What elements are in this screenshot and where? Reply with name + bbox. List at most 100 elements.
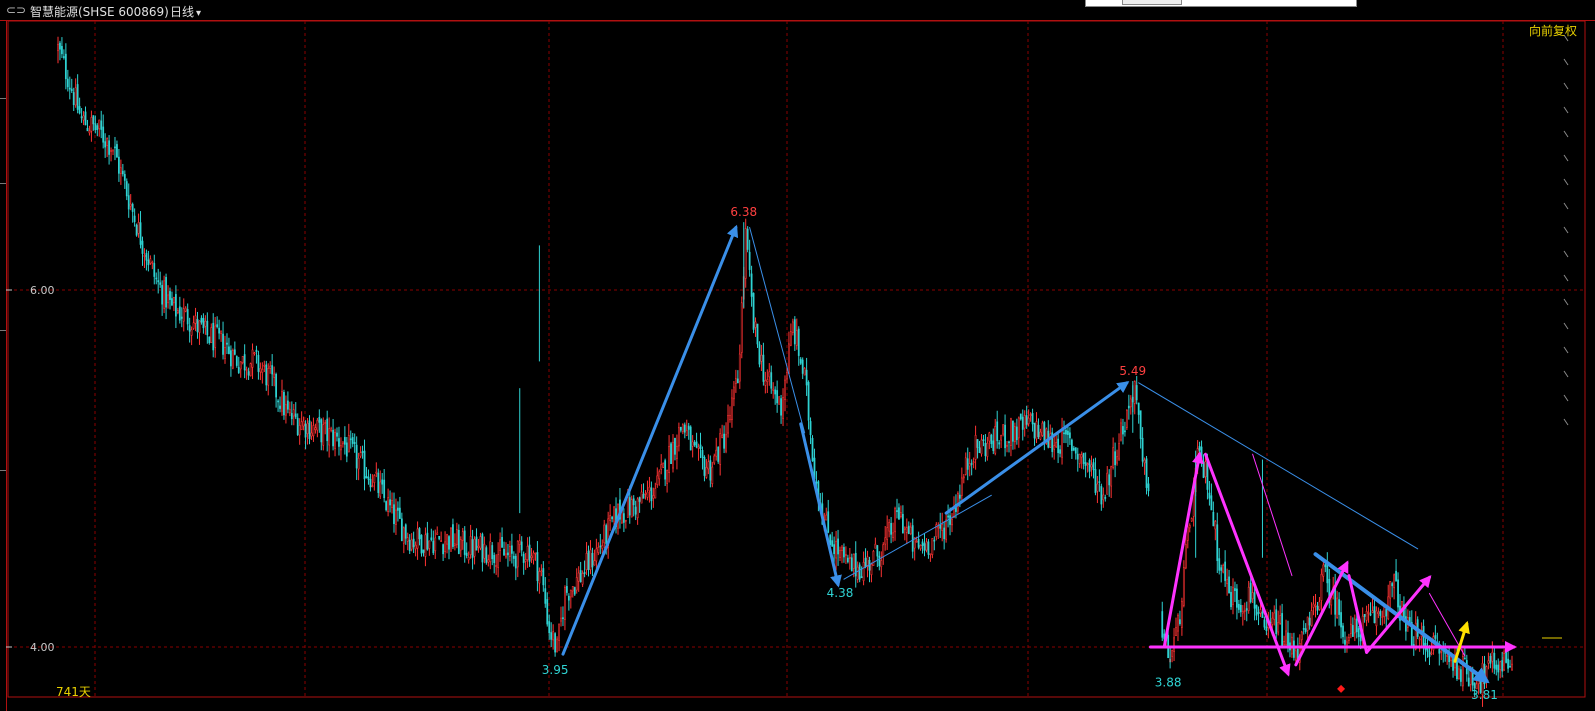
candle-body <box>68 87 71 90</box>
candle-body <box>1499 661 1502 671</box>
candle-body <box>862 562 865 582</box>
candle-body <box>701 450 704 458</box>
candle-body <box>919 545 922 550</box>
candle-body <box>1061 428 1063 458</box>
candle-body <box>1279 615 1282 624</box>
candle-body <box>900 512 902 518</box>
candle-body <box>632 498 635 506</box>
candle-body <box>184 307 187 312</box>
candle-body <box>774 389 777 395</box>
candle-body <box>790 331 792 346</box>
candle-body <box>269 365 272 369</box>
candle-body <box>603 524 606 544</box>
candle-body <box>483 543 486 559</box>
candle-body <box>530 555 533 558</box>
candle-body <box>106 138 109 146</box>
candlestick-chart[interactable]: 6.00 4.00 6.38 3.95 4.38 5.49 3.88 3.81 <box>0 0 1595 711</box>
candle-body <box>630 499 633 518</box>
candle-body <box>1076 453 1079 460</box>
candle-body <box>59 42 61 50</box>
candle-body <box>169 291 171 300</box>
right-scale-tick <box>1563 202 1569 210</box>
trend-line-magenta <box>1203 452 1291 677</box>
candle-body <box>1477 677 1480 685</box>
candle-body <box>845 554 847 556</box>
candle-body <box>1118 443 1120 460</box>
candle-body <box>738 353 741 382</box>
candle-body <box>1377 611 1380 615</box>
candle-body <box>962 476 965 479</box>
candle-body <box>579 570 582 583</box>
candle-body <box>1446 655 1449 657</box>
candle-body <box>992 440 995 452</box>
candle-body <box>249 363 252 377</box>
candle-body <box>1200 446 1203 461</box>
candle-body <box>668 445 670 474</box>
right-scale-tick <box>1563 130 1569 138</box>
candle-body <box>1344 639 1346 645</box>
candle-body <box>279 405 281 409</box>
right-scale-tick <box>1563 370 1569 378</box>
candle-body <box>1175 627 1177 636</box>
candle-body <box>941 523 944 531</box>
candle-body <box>1349 623 1352 634</box>
candle-body <box>729 415 731 421</box>
candle-body <box>94 123 97 131</box>
candle-body <box>137 222 140 234</box>
candle-body <box>112 149 114 152</box>
candle-body <box>1120 422 1122 441</box>
candle-body <box>697 446 700 449</box>
candle-body <box>418 528 421 540</box>
candle-body <box>666 469 668 484</box>
candle-body <box>100 120 103 130</box>
candle-body <box>220 330 222 334</box>
candle-body <box>428 540 431 549</box>
candle-body <box>491 545 494 560</box>
candle-body <box>1509 665 1511 668</box>
candle-body <box>377 472 380 493</box>
candle-body <box>1224 561 1227 581</box>
candle-body <box>436 532 439 535</box>
candle-body <box>1078 453 1081 464</box>
candle-body <box>1265 626 1268 632</box>
candle-body <box>121 170 124 175</box>
candle-body <box>338 438 340 447</box>
candle-body <box>206 320 209 336</box>
candle-body <box>342 441 344 445</box>
candle-body <box>438 535 441 540</box>
candle-body <box>1220 567 1223 571</box>
candle-body <box>88 130 91 134</box>
candle-body <box>1063 432 1065 435</box>
candle-body <box>1505 650 1507 663</box>
y-tick-label: 6.00 <box>30 284 55 297</box>
candle-body <box>972 461 975 464</box>
candle-body <box>833 544 836 554</box>
price-annotation: 6.38 <box>730 205 757 219</box>
candle-body <box>1053 445 1056 450</box>
candle-body <box>1275 609 1278 635</box>
candle-body <box>613 506 615 522</box>
candle-body <box>1147 483 1150 492</box>
candle-body <box>322 424 325 446</box>
candle-body <box>345 442 348 457</box>
candle-body <box>1033 422 1036 439</box>
price-annotation: 3.95 <box>542 663 569 677</box>
candle-body <box>302 420 305 427</box>
candle-body <box>324 422 327 424</box>
candle-body <box>1133 381 1136 404</box>
candle-body <box>980 439 983 455</box>
trend-line-blue <box>843 494 992 580</box>
candle-body <box>304 424 307 438</box>
candle-body <box>448 536 450 550</box>
candle-body <box>1511 663 1513 671</box>
candle-body <box>772 388 775 391</box>
candle-body <box>770 372 773 389</box>
candle-body <box>957 493 959 512</box>
candle-body <box>626 496 629 518</box>
candle-body <box>1019 413 1022 420</box>
candle-body <box>253 352 256 354</box>
adjust-mode-button[interactable]: 向前复权 <box>1529 22 1577 39</box>
candle-body <box>465 552 468 557</box>
candle-body <box>224 347 226 359</box>
candle-body <box>848 556 851 559</box>
